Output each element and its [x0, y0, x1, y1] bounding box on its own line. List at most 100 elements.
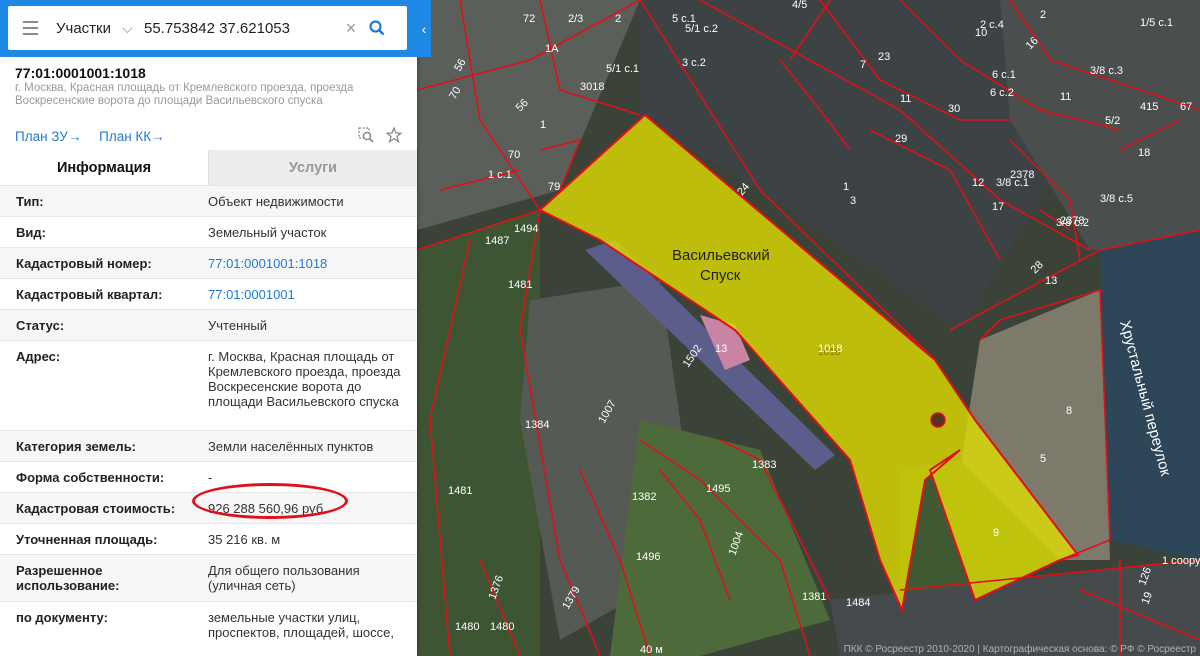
parcel-number-label: 9 [993, 527, 999, 539]
table-row: Форма собственности: - [0, 461, 417, 492]
favorite-star-icon[interactable] [385, 126, 403, 148]
parcel-number-label: 1384 [525, 419, 549, 431]
row-label: Уточненная площадь: [16, 532, 158, 547]
clear-icon[interactable]: × [340, 18, 362, 39]
parcel-number-label: 1 [540, 119, 546, 131]
row-label: Форма собственности: [16, 470, 165, 485]
parcel-number-label: 3 [850, 195, 856, 207]
search-icon[interactable] [362, 13, 392, 43]
parcel-number-label: 67 [1180, 101, 1192, 113]
parcel-number-label: 1А [545, 43, 559, 55]
parcel-number-label: 29 [895, 133, 907, 145]
row-label: Кадастровый номер: [16, 256, 152, 271]
parcel-number-label: 17 [992, 201, 1004, 213]
parcel-number-label: 79 [548, 181, 560, 193]
parcel-number-label: 13 [715, 343, 727, 355]
parcel-number-label: 30 [948, 103, 960, 115]
row-value: - [208, 470, 213, 485]
table-row: Кадастровая стоимость: 926 288 560,96 ру… [0, 492, 417, 523]
parcel-number-label: 11 [1060, 91, 1071, 103]
table-row: Уточненная площадь: 35 216 кв. м [0, 523, 417, 554]
table-row: Категория земель: Земли населённых пункт… [0, 430, 417, 461]
parcel-number-label: 3/8 с.2 [1056, 217, 1089, 229]
parcel-number-label: 1 соору [1162, 555, 1200, 567]
row-value: г. Москва, Красная площадь от Кремлевско… [208, 349, 401, 409]
hamburger-menu-icon[interactable] [8, 6, 52, 50]
plan-zu-link[interactable]: План ЗУ→ [15, 129, 81, 144]
action-icons [358, 126, 403, 148]
row-value: Для общего пользования (уличная сеть) [208, 563, 360, 593]
parcel-number-label: 5 [1040, 453, 1046, 465]
parcel-number-label: 1382 [632, 491, 656, 503]
parcel-number-label: 3018 [580, 81, 604, 93]
search-type-select[interactable]: Участки [56, 20, 122, 37]
parcel-number-label: 3/8 с.3 [1090, 65, 1123, 77]
plan-kk-link[interactable]: План КК→ [99, 129, 165, 144]
collapse-panel-icon[interactable]: ‹ [417, 0, 431, 57]
zoom-to-object-icon[interactable] [358, 127, 374, 148]
row-label: Категория земель: [16, 439, 137, 454]
map-scale: 40 м [640, 644, 663, 656]
parcel-number-label: 1487 [485, 235, 509, 247]
plan-links: План ЗУ→ План КК→ [15, 129, 179, 144]
search-box: Участки ⌵ × [8, 6, 407, 50]
parcel-number-label: 18 [1138, 147, 1150, 159]
parcel-number-label: 4/5 [792, 0, 807, 11]
tab-information[interactable]: Информация [0, 150, 209, 185]
row-value: Земельный участок [208, 225, 327, 240]
parcel-number-label: 5/1 с.1 [606, 63, 639, 75]
parcel-number-label: 13 [1045, 275, 1057, 287]
table-row: Тип: Объект недвижимости [0, 185, 417, 216]
parcel-number-label: 3/8 с.1 [996, 177, 1029, 189]
parcel-number-label: 5/1 с.2 [685, 23, 718, 35]
cadastral-quarter-link[interactable]: 77:01:0001001 [192, 279, 417, 309]
parcel-number-label: 1480 [455, 621, 479, 633]
parcel-number-label: 1481 [448, 485, 472, 497]
table-row: по документу: земельные участки улиц, пр… [0, 601, 417, 656]
parcel-number-label: 1 с.1 [488, 169, 512, 181]
parcel-number-label: 7 [860, 59, 866, 71]
parcel-number-label: 6 с.2 [990, 87, 1014, 99]
parcel-number-label: 1496 [636, 551, 660, 563]
row-value: 35 216 кв. м [208, 532, 281, 547]
parcel-number-label: 1/5 с.1 [1140, 17, 1173, 29]
map-area-name: Васильевский [672, 247, 770, 264]
map-area-name-line2: Спуск [700, 267, 741, 284]
row-label: Кадастровый квартал: [16, 287, 163, 302]
row-label: по документу: [16, 610, 108, 625]
search-input[interactable] [144, 19, 340, 37]
row-value: Учтенный [208, 318, 268, 333]
map-copyright: ПКК © Росреестр 2010-2020 | Картографиче… [843, 644, 1196, 655]
table-row: Кадастровый номер: 77:01:0001001:1018 [0, 247, 417, 278]
panel-tabs: Информация Услуги [0, 150, 417, 185]
parcel-number-label: 1481 [508, 279, 532, 291]
row-label: Разрешенное использование: [16, 563, 120, 593]
cadastral-number-link[interactable]: 77:01:0001001:1018 [192, 248, 417, 278]
parcel-number-label: 11 [900, 93, 911, 105]
chevron-down-icon[interactable]: ⌵ [122, 20, 144, 37]
table-row: Адрес: г. Москва, Красная площадь от Кре… [0, 340, 417, 430]
parcel-number-label: 6 с.1 [992, 69, 1016, 81]
info-panel: Участки ⌵ × 77:01:0001001:1018 г. Москва… [0, 0, 417, 656]
row-value: Объект недвижимости [208, 194, 344, 209]
table-row: Вид: Земельный участок [0, 216, 417, 247]
table-row: Кадастровый квартал: 77:01:0001001 [0, 278, 417, 309]
row-label: Вид: [16, 225, 46, 240]
search-bar: Участки ⌵ × [0, 0, 417, 57]
parcel-number-label: 1480 [490, 621, 514, 633]
parcel-number-label: 1018 [818, 343, 842, 355]
tab-services[interactable]: Услуги [209, 150, 417, 185]
parcel-number-label: 1 [843, 181, 849, 193]
parcel-number-label: 3/8 с.5 [1100, 193, 1133, 205]
cadastral-value: 926 288 560,96 руб. [208, 501, 327, 516]
row-label: Тип: [16, 194, 44, 209]
row-label: Кадастровая стоимость: [16, 501, 176, 516]
row-label: Адрес: [16, 349, 61, 364]
parcel-number-label: 3 с.2 [682, 57, 706, 69]
parcel-number-label: 2/3 [568, 13, 583, 25]
row-value: земельные участки улиц, проспектов, площ… [208, 610, 394, 640]
parcel-number-label: 1494 [514, 223, 538, 235]
parcel-number-label: 10 [975, 27, 987, 39]
row-value: Земли населённых пунктов [208, 439, 374, 454]
parcel-number-label: 23 [878, 51, 890, 63]
